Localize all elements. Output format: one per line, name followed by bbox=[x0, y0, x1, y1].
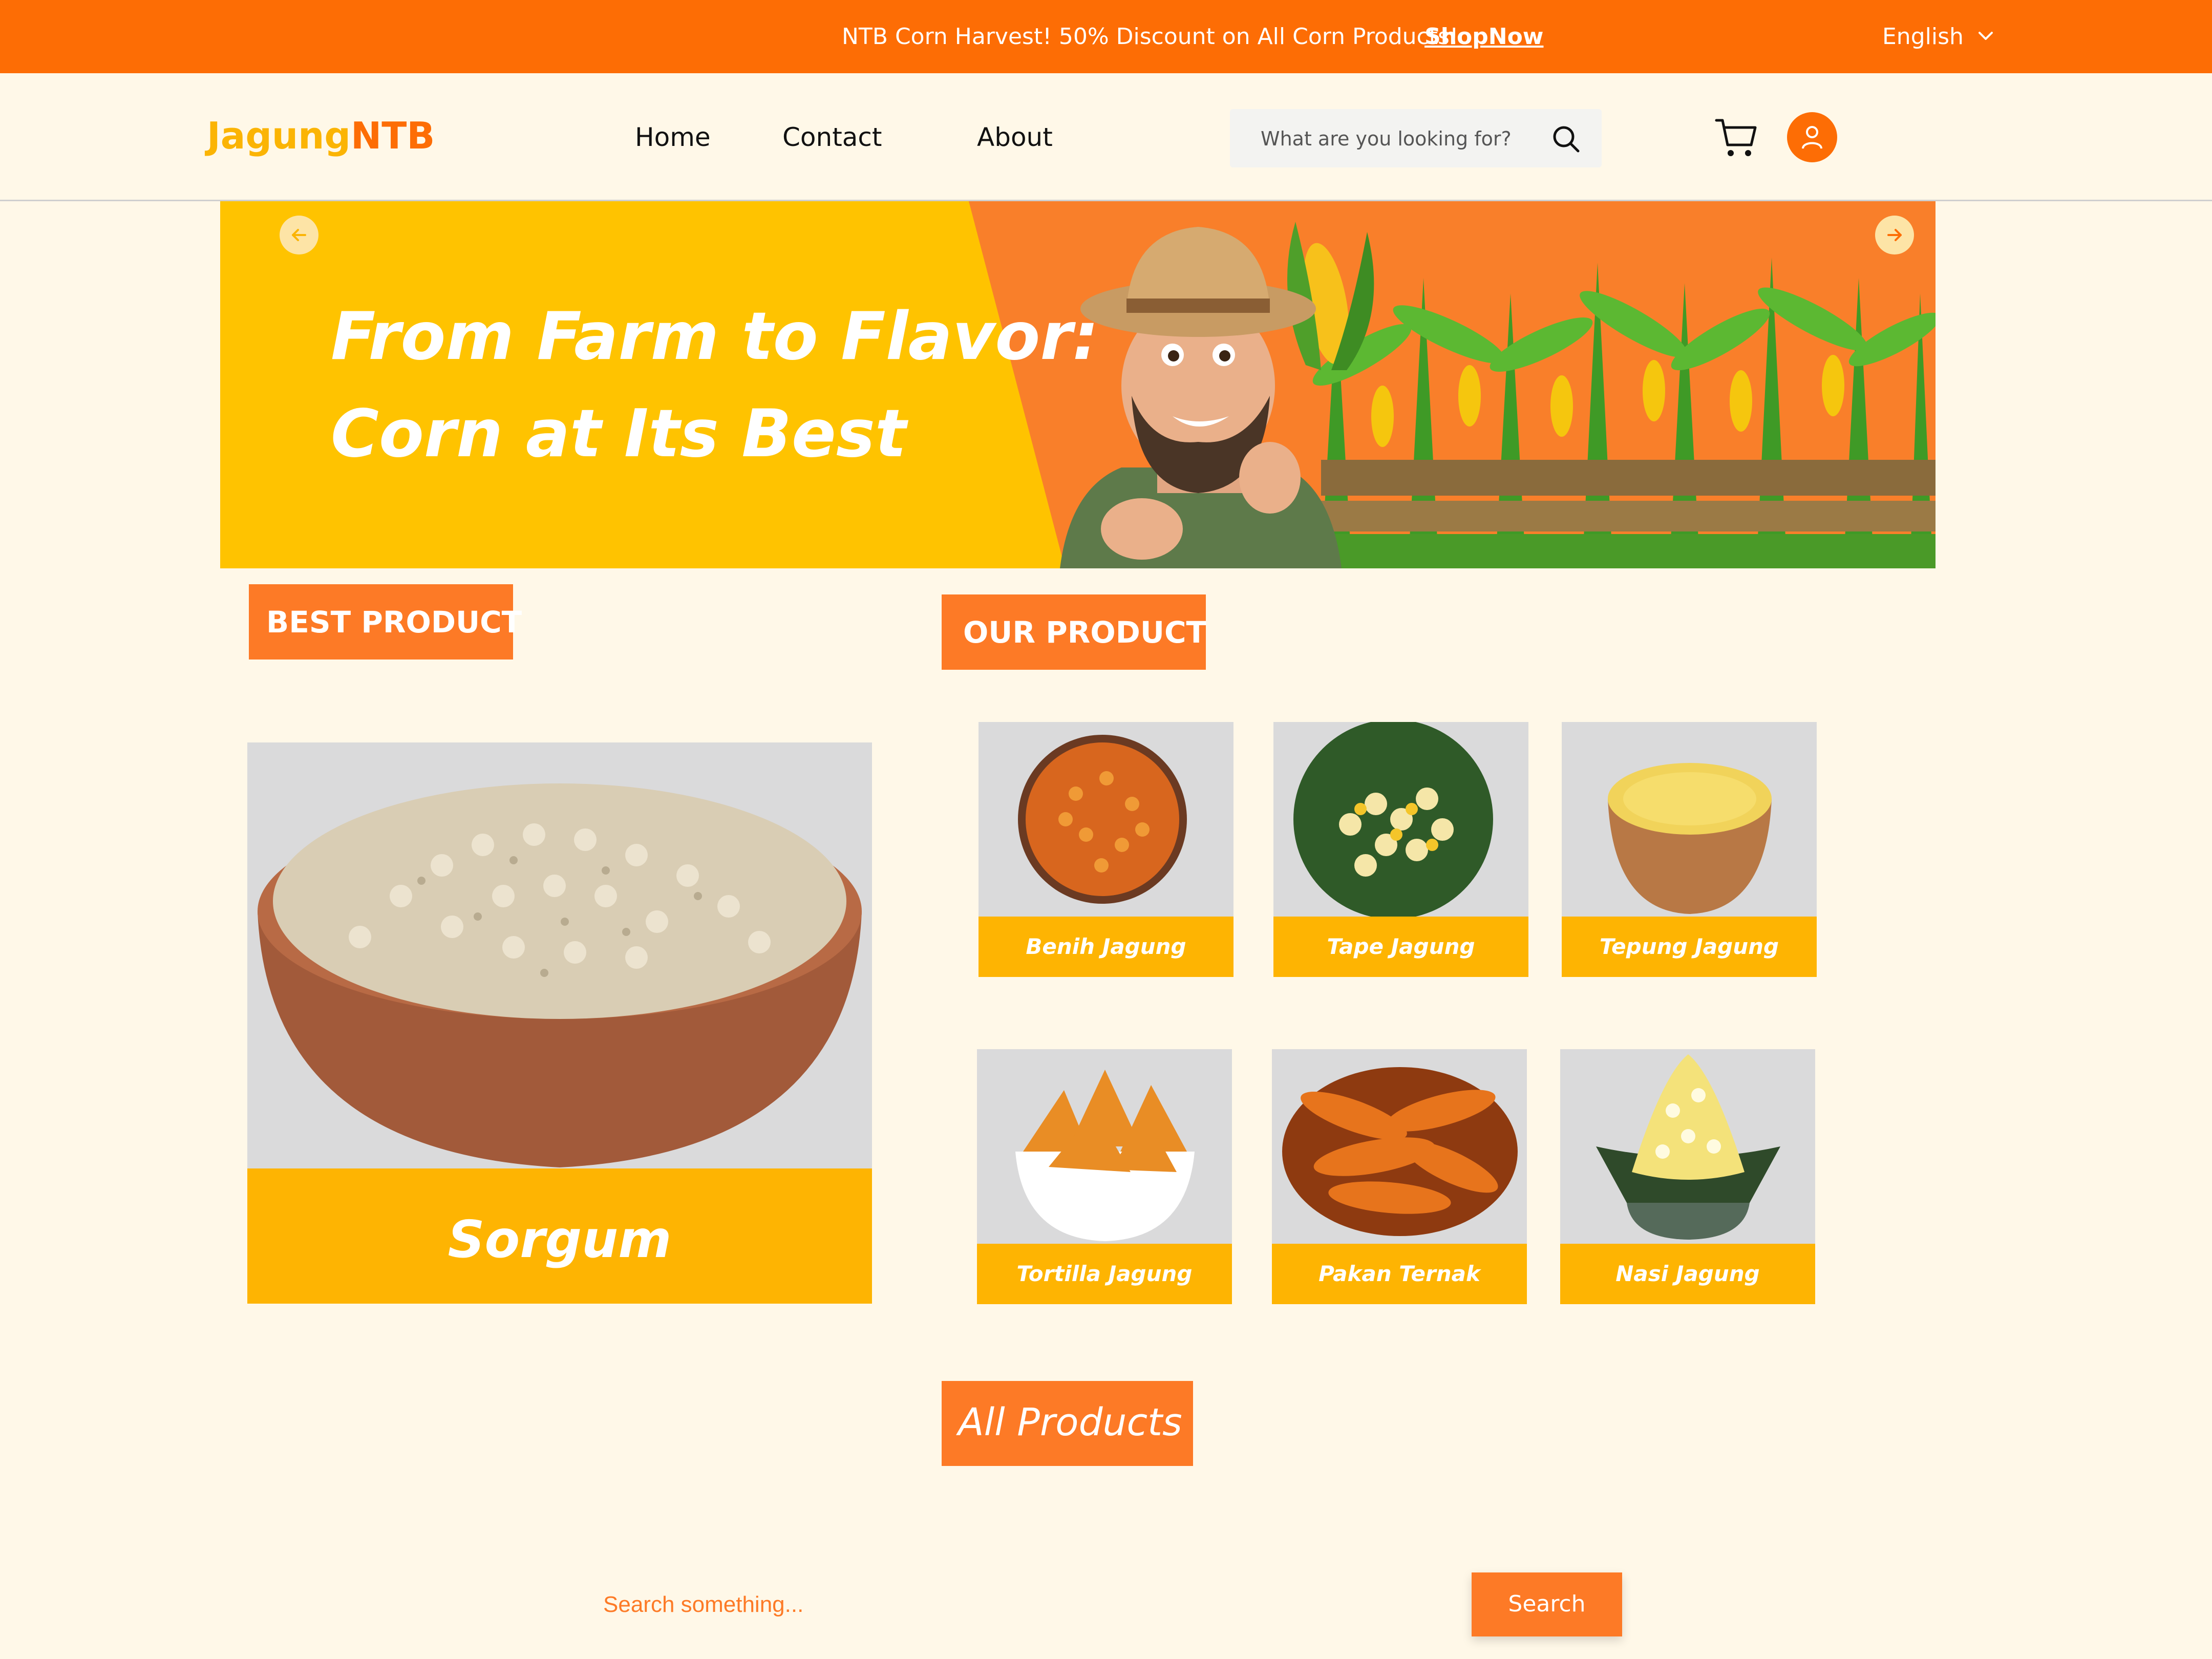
product-image bbox=[1562, 722, 1817, 917]
product-image bbox=[1560, 1049, 1815, 1244]
nav-about[interactable]: About bbox=[977, 122, 1053, 152]
product-card[interactable]: Tepung Jagung bbox=[1562, 722, 1817, 977]
site-header: JagungNTB Home Contact About What are yo… bbox=[0, 73, 2212, 201]
product-name: Tape Jagung bbox=[1327, 934, 1475, 959]
product-card[interactable]: Pakan Ternak bbox=[1272, 1049, 1527, 1304]
language-selector[interactable]: English bbox=[1882, 24, 1964, 50]
site-logo[interactable]: JagungNTB bbox=[207, 114, 435, 157]
product-label: Pakan Ternak bbox=[1272, 1244, 1527, 1304]
hero-heading: From Farm to Flavor: Corn at Its Best bbox=[331, 299, 1099, 472]
product-label: Tape Jagung bbox=[1273, 917, 1528, 977]
product-name: Tepung Jagung bbox=[1599, 934, 1779, 959]
arrow-right-icon bbox=[1887, 229, 1902, 241]
hero-prev-button[interactable] bbox=[280, 216, 318, 254]
hero-next-button[interactable] bbox=[1875, 216, 1914, 254]
search-placeholder[interactable]: What are you looking for? bbox=[1261, 127, 1512, 150]
product-label: Benih Jagung bbox=[979, 917, 1233, 977]
arrow-left-icon bbox=[292, 229, 306, 241]
promo-bar: NTB Corn Harvest! 50% Discount on All Co… bbox=[0, 0, 2212, 73]
nav-home[interactable]: Home bbox=[635, 122, 711, 152]
product-image bbox=[1273, 722, 1528, 917]
best-product-name: Sorgum bbox=[448, 1209, 672, 1269]
chevron-down-icon[interactable] bbox=[1975, 26, 1996, 46]
best-product-heading: BEST PRODUCT bbox=[249, 584, 522, 660]
product-name: Tortilla Jagung bbox=[1016, 1261, 1193, 1286]
product-image bbox=[977, 1049, 1232, 1244]
product-name: Benih Jagung bbox=[1026, 934, 1186, 959]
product-image bbox=[1272, 1049, 1527, 1244]
product-label: Tepung Jagung bbox=[1562, 917, 1817, 977]
product-card[interactable]: Benih Jagung bbox=[979, 722, 1233, 977]
best-product-image bbox=[247, 742, 872, 1168]
all-products-button[interactable]: All Products bbox=[942, 1381, 1193, 1466]
cart-icon[interactable] bbox=[1714, 115, 1758, 159]
product-name: Nasi Jagung bbox=[1615, 1261, 1760, 1286]
best-product-label: Sorgum bbox=[247, 1168, 872, 1304]
user-icon bbox=[1802, 126, 1822, 149]
product-card[interactable]: Tape Jagung bbox=[1273, 722, 1528, 977]
product-card[interactable]: Nasi Jagung bbox=[1560, 1049, 1815, 1304]
search-button[interactable]: Search bbox=[1472, 1572, 1622, 1636]
our-product-heading: OUR PRODUCT bbox=[942, 594, 1206, 670]
product-label: Nasi Jagung bbox=[1560, 1244, 1815, 1304]
hero-banner: From Farm to Flavor: Corn at Its Best bbox=[220, 201, 1936, 568]
product-name: Pakan Ternak bbox=[1318, 1261, 1480, 1286]
promo-text: NTB Corn Harvest! 50% Discount on All Co… bbox=[842, 24, 1459, 50]
search-icon[interactable] bbox=[1550, 123, 1581, 154]
product-search-input[interactable] bbox=[603, 1591, 1453, 1618]
nav-contact[interactable]: Contact bbox=[782, 122, 882, 152]
header-search[interactable]: What are you looking for? bbox=[1230, 109, 1602, 167]
shop-now-link[interactable]: ShopNow bbox=[1424, 24, 1543, 50]
product-image bbox=[979, 722, 1233, 917]
product-label: Tortilla Jagung bbox=[977, 1244, 1232, 1304]
user-account-button[interactable] bbox=[1787, 112, 1837, 162]
product-card[interactable]: Tortilla Jagung bbox=[977, 1049, 1232, 1304]
best-product-card[interactable]: Sorgum bbox=[247, 742, 872, 1304]
